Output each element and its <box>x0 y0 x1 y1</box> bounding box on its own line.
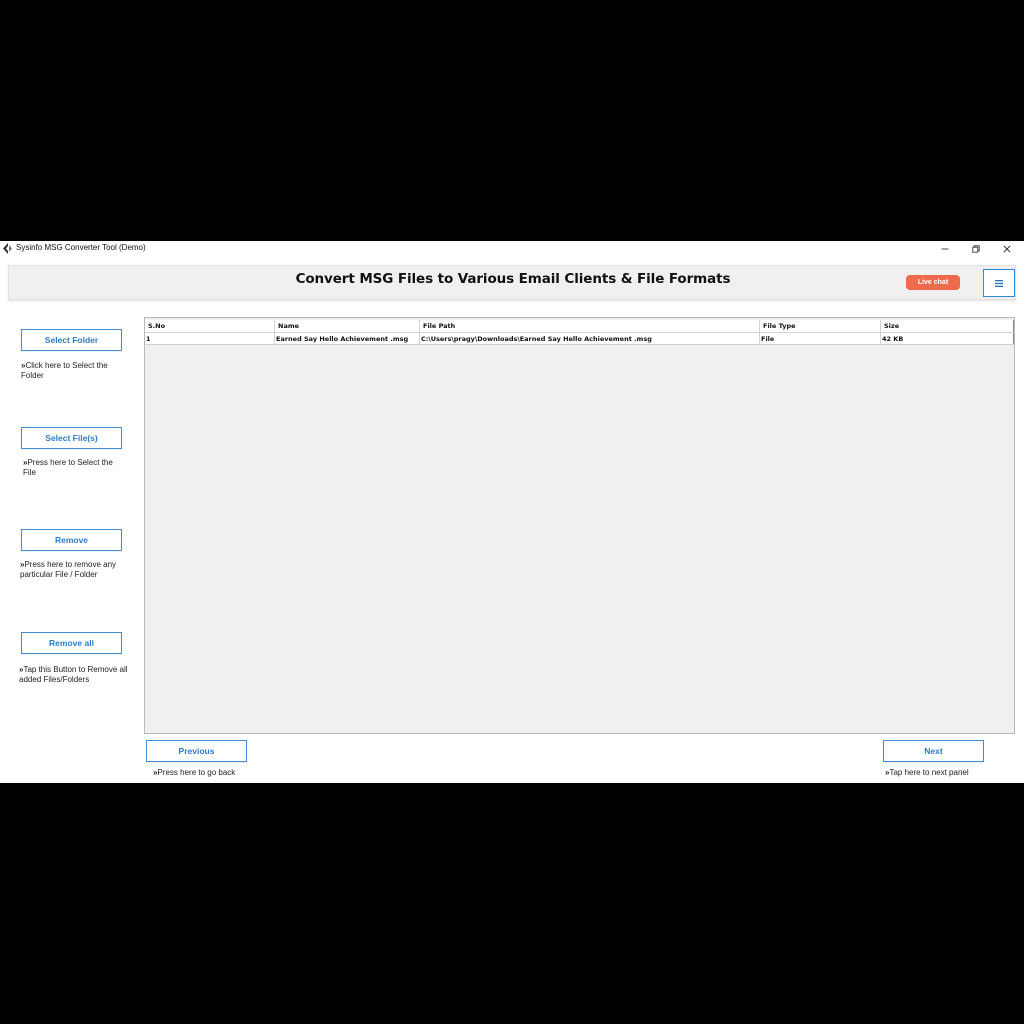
remove-all-hint: »Tap this Button to Remove all added Fil… <box>19 665 128 684</box>
column-header-sno[interactable]: S.No <box>145 320 275 332</box>
app-logo-icon <box>3 243 12 254</box>
column-header-size[interactable]: Size <box>881 320 1014 332</box>
close-button[interactable] <box>995 241 1019 256</box>
cell-sno: 1 <box>145 333 275 344</box>
window-title: Sysinfo MSG Converter Tool (Demo) <box>16 243 146 252</box>
hamburger-icon <box>995 279 1003 287</box>
remove-all-button[interactable]: Remove all <box>21 632 122 654</box>
column-header-file-type[interactable]: File Type <box>760 320 881 332</box>
previous-hint: »Press here to go back <box>153 768 236 777</box>
minimize-icon <box>941 248 949 249</box>
restore-icon <box>972 244 980 253</box>
title-bar: Sysinfo MSG Converter Tool (Demo) <box>0 241 1024 256</box>
next-hint: »Tap here to next panel <box>885 768 969 777</box>
file-table[interactable]: S.No Name File Path File Type Size 1 Ear… <box>144 317 1015 734</box>
app-header: Convert MSG Files to Various Email Clien… <box>8 265 1016 300</box>
select-folder-button[interactable]: Select Folder <box>21 329 122 351</box>
table-header: S.No Name File Path File Type Size <box>145 320 1014 333</box>
close-icon <box>1003 244 1011 253</box>
column-header-file-path[interactable]: File Path <box>420 320 760 332</box>
cell-file-type: File <box>760 333 881 344</box>
cell-size: 42 KB <box>881 333 1014 344</box>
restore-button[interactable] <box>964 241 988 256</box>
minimize-button[interactable] <box>933 241 957 256</box>
cell-name: Earned Say Hello Achievement .msg <box>275 333 420 344</box>
menu-button[interactable] <box>983 269 1015 297</box>
live-chat-button[interactable]: Live chat <box>906 275 960 290</box>
page-title: Convert MSG Files to Various Email Clien… <box>295 271 731 287</box>
select-files-hint: »Press here to Select the File <box>23 458 113 477</box>
select-files-button[interactable]: Select File(s) <box>21 427 122 449</box>
remove-button[interactable]: Remove <box>21 529 122 551</box>
app-window: Sysinfo MSG Converter Tool (Demo) Conver… <box>0 241 1024 783</box>
previous-button[interactable]: Previous <box>146 740 247 762</box>
next-button[interactable]: Next <box>883 740 984 762</box>
table-row[interactable]: 1 Earned Say Hello Achievement .msg C:\U… <box>145 333 1014 345</box>
select-folder-hint: »Click here to Select the Folder <box>21 361 108 380</box>
remove-hint: »Press here to remove any particular Fil… <box>20 560 117 579</box>
column-header-name[interactable]: Name <box>275 320 420 332</box>
cell-file-path: C:\Users\pragy\Downloads\Earned Say Hell… <box>420 333 760 344</box>
